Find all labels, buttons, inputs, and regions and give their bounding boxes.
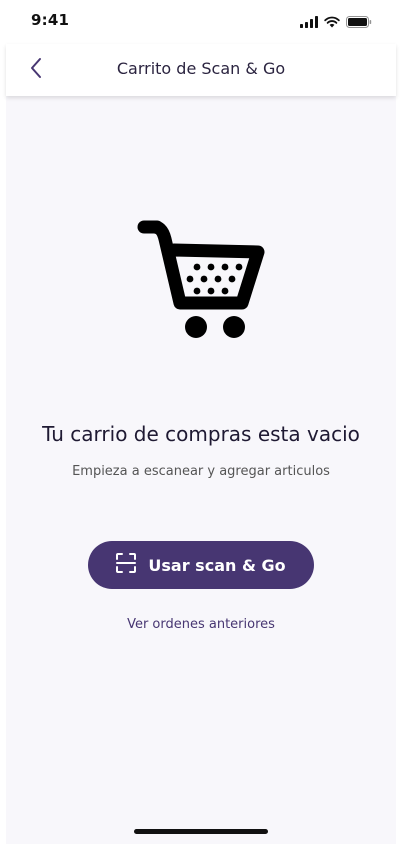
shopping-cart-icon <box>134 217 268 341</box>
use-scan-and-go-label: Usar scan & Go <box>148 555 286 575</box>
cellular-signal-icon <box>300 13 318 32</box>
battery-icon <box>346 13 372 32</box>
previous-orders-link[interactable]: Ver ordenes anteriores <box>6 617 396 632</box>
scan-frame-icon <box>116 553 137 577</box>
home-indicator <box>134 829 268 834</box>
app-header: Carrito de Scan & Go <box>6 44 396 96</box>
cart-screen: Carrito de Scan & Go Tu carrio de compra… <box>6 44 396 844</box>
screen: 9:41 Carrito de Scan & Go Tu carrio de c… <box>0 0 402 844</box>
use-scan-and-go-button[interactable]: Usar scan & Go <box>88 541 314 589</box>
status-bar: 9:41 <box>0 0 402 44</box>
status-time: 9:41 <box>31 11 70 29</box>
empty-cart-title: Tu carrio de compras esta vacio <box>42 422 360 446</box>
empty-cart-subtitle: Empieza a escanear y agregar articulos <box>72 464 330 479</box>
status-icons <box>300 13 372 32</box>
wifi-icon <box>324 13 340 32</box>
page-title: Carrito de Scan & Go <box>116 59 286 78</box>
